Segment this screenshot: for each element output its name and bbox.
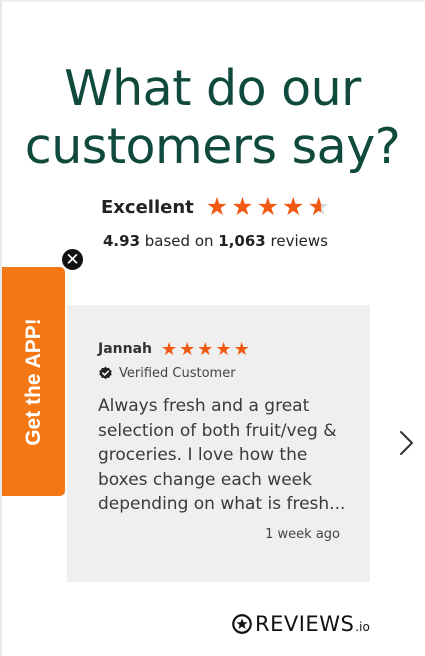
rating-word: Excellent <box>101 196 194 218</box>
verified-check-icon <box>99 366 112 380</box>
brand-name: REVIEWS <box>255 612 355 636</box>
star-icon: ★ <box>282 193 305 221</box>
half-star-icon: ★ ★ <box>307 193 330 221</box>
get-app-label: Get the APP! <box>21 317 45 446</box>
review-stars: ★ ★ ★ ★ ★ <box>161 339 250 359</box>
reviews-io-logo[interactable]: REVIEWS .io <box>232 613 370 635</box>
review-text: Always fresh and a great selection of bo… <box>98 396 346 514</box>
summary-suffix: reviews <box>265 232 328 250</box>
overall-rating: Excellent ★ ★ ★ ★ ★ ★ <box>101 193 330 221</box>
star-icon: ★ <box>197 339 214 359</box>
star-icon: ★ <box>256 193 280 221</box>
title-line-2: customers say? <box>24 118 401 175</box>
frame-top-border <box>0 0 425 2</box>
overall-stars: ★ ★ ★ ★ ★ ★ <box>206 193 330 221</box>
star-icon: ★ <box>161 339 178 359</box>
title-line-1: What do our <box>64 60 361 117</box>
close-icon[interactable]: ✕ <box>61 248 84 271</box>
reviewer-row: Jannah ★ ★ ★ ★ ★ <box>98 339 250 359</box>
rating-summary: 4.93 based on 1,063 reviews <box>103 232 328 250</box>
review-date: 1 week ago <box>265 527 340 542</box>
star-icon: ★ <box>215 339 232 359</box>
rating-score: 4.93 <box>103 232 141 250</box>
page-title: What do our customers say? <box>0 60 425 176</box>
verified-badge: Verified Customer <box>98 366 236 381</box>
get-app-button[interactable]: Get the APP! <box>2 267 65 496</box>
reviewer-name: Jannah <box>98 341 153 357</box>
brand-tld: .io <box>355 620 370 634</box>
chevron-right-icon[interactable] <box>398 429 416 457</box>
star-icon: ★ <box>233 339 250 359</box>
star-icon: ★ <box>231 193 254 221</box>
star-icon: ★ <box>205 193 229 221</box>
review-card[interactable]: Jannah ★ ★ ★ ★ ★ Verified Customer Alway… <box>67 305 370 582</box>
star-icon: ★ <box>179 339 196 359</box>
verified-label: Verified Customer <box>119 366 236 381</box>
brand-star-icon <box>232 614 252 634</box>
summary-middle: based on <box>140 232 219 250</box>
review-count: 1,063 <box>218 232 266 250</box>
